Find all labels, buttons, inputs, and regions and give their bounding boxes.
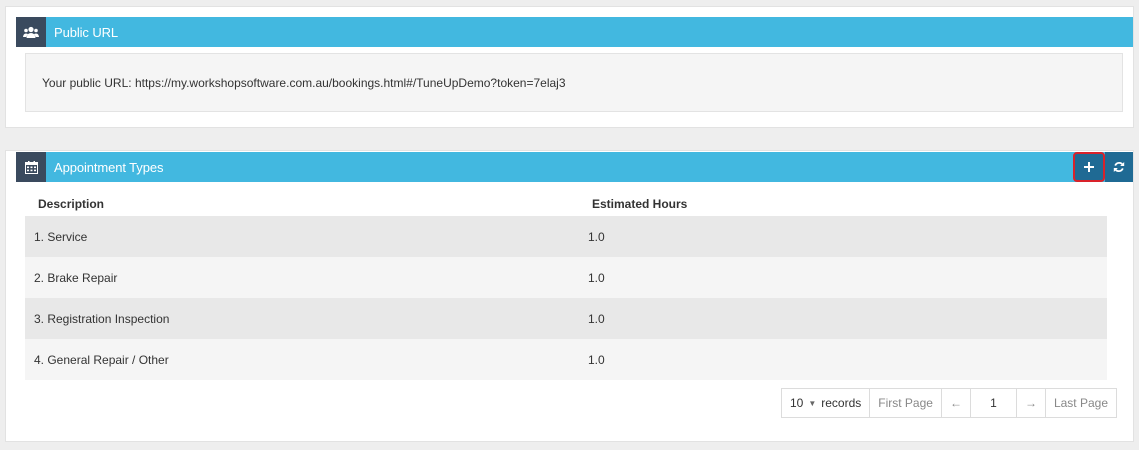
first-page-button[interactable]: First Page [870,389,942,417]
page-size-select[interactable]: 10 ▼ records [782,389,871,417]
refresh-button[interactable] [1105,152,1133,182]
public-url-box: Your public URL: https://my.workshopsoft… [25,53,1123,112]
prev-page-button[interactable]: ← [942,389,971,417]
header-actions [1073,152,1133,182]
last-page-button[interactable]: Last Page [1046,389,1116,417]
table-row[interactable]: 1. Service 1.0 [25,216,1107,257]
column-header-description[interactable]: Description [25,192,567,216]
row-hours: 1.0 [567,257,1107,298]
caret-down-icon: ▼ [808,398,817,408]
refresh-icon [1113,162,1125,172]
current-page[interactable]: 1 [971,389,1017,417]
row-hours: 1.0 [567,216,1107,257]
row-description: 1. Service [25,216,567,257]
row-hours: 1.0 [567,339,1107,380]
row-description: 2. Brake Repair [25,257,567,298]
column-header-estimated-hours[interactable]: Estimated Hours [567,192,1107,216]
page-size-value: 10 [789,396,804,410]
table-row[interactable]: 4. General Repair / Other 1.0 [25,339,1107,380]
records-label: records [821,396,862,410]
public-url-text: Your public URL: https://my.workshopsoft… [42,75,566,90]
plus-icon [1084,162,1094,172]
public-url-panel: Public URL Your public URL: https://my.w… [5,6,1134,128]
appointment-types-table: Description Estimated Hours 1. Service 1… [25,192,1107,380]
pagination: 10 ▼ records First Page ← 1 → Last Page [780,388,1117,418]
row-hours: 1.0 [567,298,1107,339]
next-page-button[interactable]: → [1017,389,1046,417]
table-row[interactable]: 2. Brake Repair 1.0 [25,257,1107,298]
appointment-types-header: Appointment Types [16,152,1133,182]
users-icon [16,17,46,47]
calendar-icon [16,152,46,182]
table-header-row: Description Estimated Hours [25,192,1107,216]
row-description: 4. General Repair / Other [25,339,567,380]
table-row[interactable]: 3. Registration Inspection 1.0 [25,298,1107,339]
public-url-header: Public URL [16,17,1133,47]
public-url-title: Public URL [54,24,119,40]
appointment-types-panel: Appointment Types Description Estimated … [5,150,1134,442]
add-appointment-type-button[interactable] [1073,152,1105,182]
row-description: 3. Registration Inspection [25,298,567,339]
appointment-types-title: Appointment Types [54,159,164,175]
